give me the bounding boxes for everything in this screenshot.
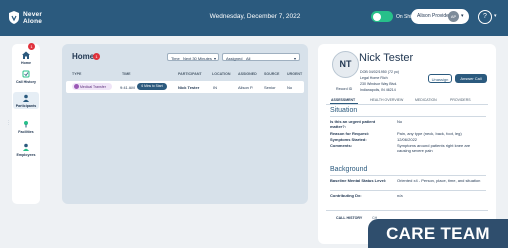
- field-value: Oriented x4 - Person, place, time, and s…: [397, 178, 481, 183]
- field-value: n/a: [397, 193, 403, 198]
- logo-icon: [9, 11, 19, 24]
- medical-transfer-icon: [73, 84, 79, 89]
- tab-assessment[interactable]: ASSESSMENT: [331, 98, 355, 102]
- cell-source: Senior: [264, 85, 276, 90]
- current-date: Wednesday, December 7, 2022: [209, 13, 301, 20]
- section-divider: [330, 190, 486, 191]
- sidebar-item-employees[interactable]: Employees: [12, 143, 40, 157]
- section-divider: [330, 175, 486, 176]
- cell-participant: Nick Tester: [178, 85, 200, 90]
- filter-label: Assigned: [226, 55, 243, 61]
- cell-location: IN: [213, 85, 217, 90]
- sidebar-item-label: Home: [21, 61, 31, 65]
- record-id-label: Record ID: [336, 87, 353, 91]
- field-value: Symptoms around patients right knee are …: [397, 143, 471, 153]
- filter-value: Next 30 Minutes: [183, 55, 212, 61]
- cell-time: 9:41 AM: [120, 85, 135, 90]
- home-panel: [62, 44, 308, 204]
- avatar: NT: [332, 51, 359, 78]
- shift-toggle[interactable]: [371, 11, 393, 22]
- patient-address-line2: Indianapolis, IN 46214: [360, 88, 396, 92]
- sidebar-item-call-history[interactable]: Call History: [12, 70, 40, 84]
- sidebar-item-label: Facilities: [18, 130, 34, 134]
- type-label: Medical Transfer: [80, 84, 106, 89]
- tab-divider: [326, 104, 488, 105]
- type-tag: Medical Transfer: [72, 83, 112, 90]
- notification-badge: 1: [28, 43, 35, 50]
- patient-address-line1: 230 Windsor Way Blvd.: [360, 82, 398, 86]
- column-header-assigned[interactable]: ASSIGNED: [238, 72, 257, 76]
- patient-facility: Legal Home Rich: [360, 76, 388, 80]
- cell-assigned: Alison P.: [238, 85, 254, 90]
- assigned-filter-select[interactable]: Assigned All ▾: [222, 53, 300, 61]
- column-header-time[interactable]: TIME: [122, 72, 131, 76]
- unassign-button[interactable]: Unassign: [428, 74, 452, 83]
- time-remaining-badge: 6 Mins to Start: [137, 83, 167, 90]
- tab-call-history[interactable]: CALL HISTORY: [336, 216, 362, 220]
- avatar: AP: [448, 11, 459, 22]
- participants-icon: [12, 94, 40, 103]
- field-value: Pain, any type (neck, back, foot, leg): [397, 131, 462, 136]
- top-bar: Never Alone Wednesday, December 7, 2022 …: [0, 0, 508, 36]
- filter-value: All: [246, 55, 251, 61]
- time-filter-select[interactable]: Time Next 30 Minutes ▾: [167, 53, 219, 61]
- question-icon[interactable]: ?: [478, 10, 492, 24]
- cell-urgent: No: [287, 85, 293, 90]
- field-value: 12/06/2022: [397, 137, 418, 142]
- filter-label: Time: [171, 55, 180, 61]
- provider-menu[interactable]: Alison Provider AP ▾: [411, 9, 469, 24]
- page-title: Home: [72, 52, 95, 61]
- home-icon: [12, 51, 40, 60]
- section-heading-situation: Situation: [330, 107, 358, 114]
- chevron-down-icon: ▾: [461, 13, 464, 19]
- field-value: No: [397, 119, 403, 124]
- logo-text-line1: Never: [23, 11, 43, 18]
- field-label: Reason for Request:: [330, 131, 370, 136]
- chevron-down-icon: ▾: [214, 55, 217, 61]
- patient-name: Nick Tester: [359, 52, 414, 64]
- facilities-icon: [12, 120, 40, 129]
- sidebar-item-facilities[interactable]: Facilities: [12, 120, 40, 134]
- column-header-location[interactable]: LOCATION: [212, 72, 231, 76]
- toggle-knob: [373, 12, 381, 21]
- field-label: Comments:: [330, 143, 353, 148]
- field-label: Is this an urgent patient matter?:: [330, 119, 376, 129]
- provider-name: Alison Provider: [417, 13, 451, 19]
- app-frame: Never Alone Wednesday, December 7, 2022 …: [0, 0, 508, 248]
- sidebar-item-home[interactable]: Home: [12, 51, 40, 65]
- ellipsis-icon: ⋮: [6, 120, 11, 126]
- column-header-urgent[interactable]: URGENT: [287, 72, 302, 76]
- column-header-type[interactable]: TYPE: [72, 72, 81, 76]
- sidebar-item-label: Call History: [16, 80, 36, 84]
- section-divider: [330, 116, 486, 117]
- logo-text-line2: Alone: [23, 18, 43, 25]
- section-heading-background: Background: [330, 166, 368, 173]
- notification-badge: 1: [93, 53, 100, 60]
- chevron-down-icon[interactable]: ▾: [494, 13, 497, 19]
- tab-health-overview[interactable]: HEALTH OVERVIEW: [370, 98, 403, 102]
- call-history-icon: [12, 70, 40, 79]
- employees-icon: [12, 143, 40, 152]
- sidebar-item-label: Employees: [16, 153, 36, 157]
- patient-dob: DOB 04/02/1950 (72 yo): [360, 70, 399, 74]
- column-header-source[interactable]: SOURCE: [264, 72, 279, 76]
- sidebar-item-participants[interactable]: Participants: [12, 94, 40, 108]
- care-team-ribbon: CARE TEAM: [368, 219, 508, 248]
- never-alone-logo[interactable]: Never Alone: [8, 8, 68, 28]
- tab-medication[interactable]: MEDICATION: [415, 98, 437, 102]
- answer-call-button[interactable]: Answer Call: [455, 74, 487, 83]
- column-header-participant[interactable]: PARTICIPANT: [178, 72, 202, 76]
- field-label: Symptoms Started:: [330, 137, 367, 142]
- tab-providers[interactable]: PROVIDERS: [450, 98, 471, 102]
- field-label: Baseline Mental Status Level:: [330, 178, 387, 183]
- field-label: Contributing Dx:: [330, 193, 362, 198]
- chevron-down-icon: ▾: [294, 55, 297, 61]
- sidebar-item-label: Participants: [15, 104, 37, 108]
